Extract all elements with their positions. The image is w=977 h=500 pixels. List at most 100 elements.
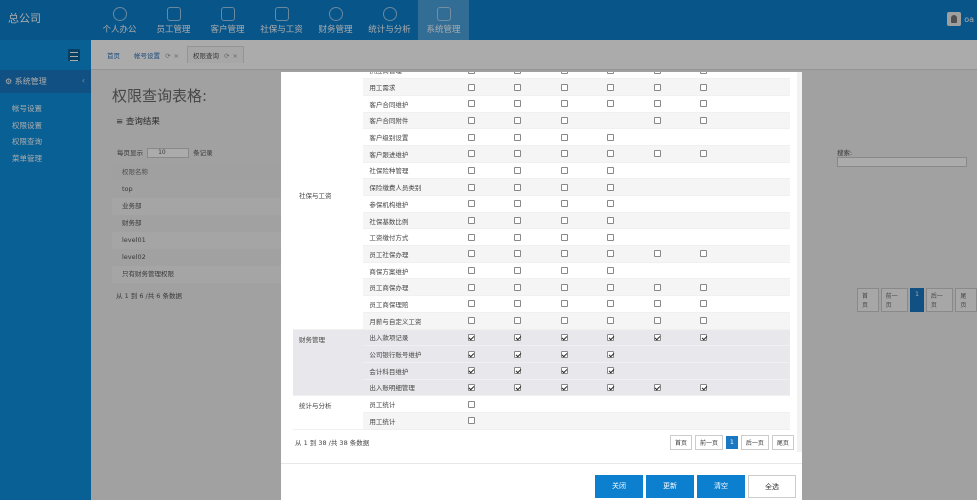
permission-checkbox[interactable] — [467, 267, 475, 275]
permission-checkbox[interactable] — [467, 166, 475, 174]
permission-checkbox[interactable] — [700, 317, 708, 325]
permission-checkbox[interactable] — [514, 100, 522, 108]
modal-pager-button-2[interactable]: 1 — [726, 436, 738, 449]
permission-checkbox[interactable] — [514, 200, 522, 208]
permission-checkbox[interactable] — [560, 317, 568, 325]
permission-checkbox[interactable] — [607, 133, 615, 141]
permission-checkbox[interactable] — [653, 283, 661, 291]
permission-checkbox[interactable] — [514, 350, 522, 358]
close-button[interactable]: 关闭 — [595, 475, 643, 498]
permission-checkbox[interactable] — [607, 166, 615, 174]
permission-checkbox[interactable] — [467, 350, 475, 358]
permission-checkbox[interactable] — [653, 72, 661, 74]
permission-checkbox[interactable] — [514, 267, 522, 275]
permission-checkbox[interactable] — [467, 333, 475, 341]
modal-scrollbar[interactable] — [797, 72, 802, 452]
permission-checkbox[interactable] — [467, 367, 475, 375]
permission-checkbox[interactable] — [700, 116, 708, 124]
permission-checkbox[interactable] — [700, 283, 708, 291]
permission-checkbox[interactable] — [560, 166, 568, 174]
modal-pager-button-1[interactable]: 前一页 — [695, 435, 724, 450]
permission-checkbox[interactable] — [607, 150, 615, 158]
permission-checkbox[interactable] — [560, 217, 568, 225]
permission-checkbox[interactable] — [467, 217, 475, 225]
permission-checkbox[interactable] — [607, 250, 615, 258]
permission-checkbox[interactable] — [467, 133, 475, 141]
permission-checkbox[interactable] — [700, 72, 708, 74]
permission-checkbox[interactable] — [607, 317, 615, 325]
permission-checkbox[interactable] — [467, 383, 475, 391]
permission-checkbox[interactable] — [653, 317, 661, 325]
permission-checkbox[interactable] — [607, 217, 615, 225]
permission-checkbox[interactable] — [653, 116, 661, 124]
permission-checkbox[interactable] — [607, 200, 615, 208]
permission-checkbox[interactable] — [653, 250, 661, 258]
permission-checkbox[interactable] — [514, 383, 522, 391]
permission-checkbox[interactable] — [467, 83, 475, 91]
permission-checkbox[interactable] — [700, 333, 708, 341]
permission-checkbox[interactable] — [560, 350, 568, 358]
permission-checkbox[interactable] — [607, 233, 615, 241]
permission-checkbox[interactable] — [560, 83, 568, 91]
permission-checkbox[interactable] — [514, 83, 522, 91]
modal-pager-button-4[interactable]: 尾页 — [771, 435, 794, 450]
permission-checkbox[interactable] — [560, 133, 568, 141]
permission-checkbox[interactable] — [514, 233, 522, 241]
permission-checkbox[interactable] — [700, 100, 708, 108]
permission-checkbox[interactable] — [607, 83, 615, 91]
permission-checkbox[interactable] — [607, 367, 615, 375]
permission-checkbox[interactable] — [607, 300, 615, 308]
permission-checkbox[interactable] — [607, 100, 615, 108]
permission-checkbox[interactable] — [560, 283, 568, 291]
permission-checkbox[interactable] — [607, 350, 615, 358]
clear-button[interactable]: 清空 — [697, 475, 745, 498]
permission-checkbox[interactable] — [467, 116, 475, 124]
permission-checkbox[interactable] — [514, 333, 522, 341]
permission-checkbox[interactable] — [467, 300, 475, 308]
permission-checkbox[interactable] — [514, 367, 522, 375]
permission-checkbox[interactable] — [514, 250, 522, 258]
permission-checkbox[interactable] — [514, 183, 522, 191]
permission-checkbox[interactable] — [467, 317, 475, 325]
permission-checkbox[interactable] — [467, 200, 475, 208]
permission-checkbox[interactable] — [560, 300, 568, 308]
permission-checkbox[interactable] — [700, 83, 708, 91]
permission-checkbox[interactable] — [653, 333, 661, 341]
permission-checkbox[interactable] — [560, 233, 568, 241]
modal-pager-button-3[interactable]: 后一页 — [740, 435, 769, 450]
permission-checkbox[interactable] — [467, 183, 475, 191]
permission-checkbox[interactable] — [700, 150, 708, 158]
permission-checkbox[interactable] — [607, 383, 615, 391]
permission-checkbox[interactable] — [700, 383, 708, 391]
permission-checkbox[interactable] — [607, 183, 615, 191]
permission-checkbox[interactable] — [560, 333, 568, 341]
permission-checkbox[interactable] — [560, 383, 568, 391]
permission-checkbox[interactable] — [467, 417, 475, 425]
permission-checkbox[interactable] — [560, 267, 568, 275]
permission-checkbox[interactable] — [514, 166, 522, 174]
permission-checkbox[interactable] — [467, 100, 475, 108]
permission-checkbox[interactable] — [560, 183, 568, 191]
permission-checkbox[interactable] — [514, 116, 522, 124]
permission-checkbox[interactable] — [653, 100, 661, 108]
permission-checkbox[interactable] — [467, 150, 475, 158]
permission-checkbox[interactable] — [700, 300, 708, 308]
update-button[interactable]: 更新 — [646, 475, 694, 498]
permission-checkbox[interactable] — [514, 150, 522, 158]
permission-checkbox[interactable] — [653, 300, 661, 308]
permission-checkbox[interactable] — [700, 250, 708, 258]
permission-checkbox[interactable] — [514, 133, 522, 141]
permission-checkbox[interactable] — [467, 233, 475, 241]
permission-scroll-area[interactable]: 社保与工资 供应商管理用工需求客户合同维护客户合同附件客户级别设置客户跟进维护社保… — [293, 72, 790, 452]
permission-checkbox[interactable] — [607, 267, 615, 275]
permission-checkbox[interactable] — [467, 283, 475, 291]
permission-checkbox[interactable] — [560, 367, 568, 375]
permission-checkbox[interactable] — [514, 283, 522, 291]
modal-pager-button-0[interactable]: 首页 — [670, 435, 693, 450]
permission-checkbox[interactable] — [514, 317, 522, 325]
permission-checkbox[interactable] — [514, 217, 522, 225]
permission-checkbox[interactable] — [467, 400, 475, 408]
permission-checkbox[interactable] — [607, 333, 615, 341]
select-all-button[interactable]: 全选 — [748, 475, 796, 498]
permission-checkbox[interactable] — [467, 72, 475, 74]
